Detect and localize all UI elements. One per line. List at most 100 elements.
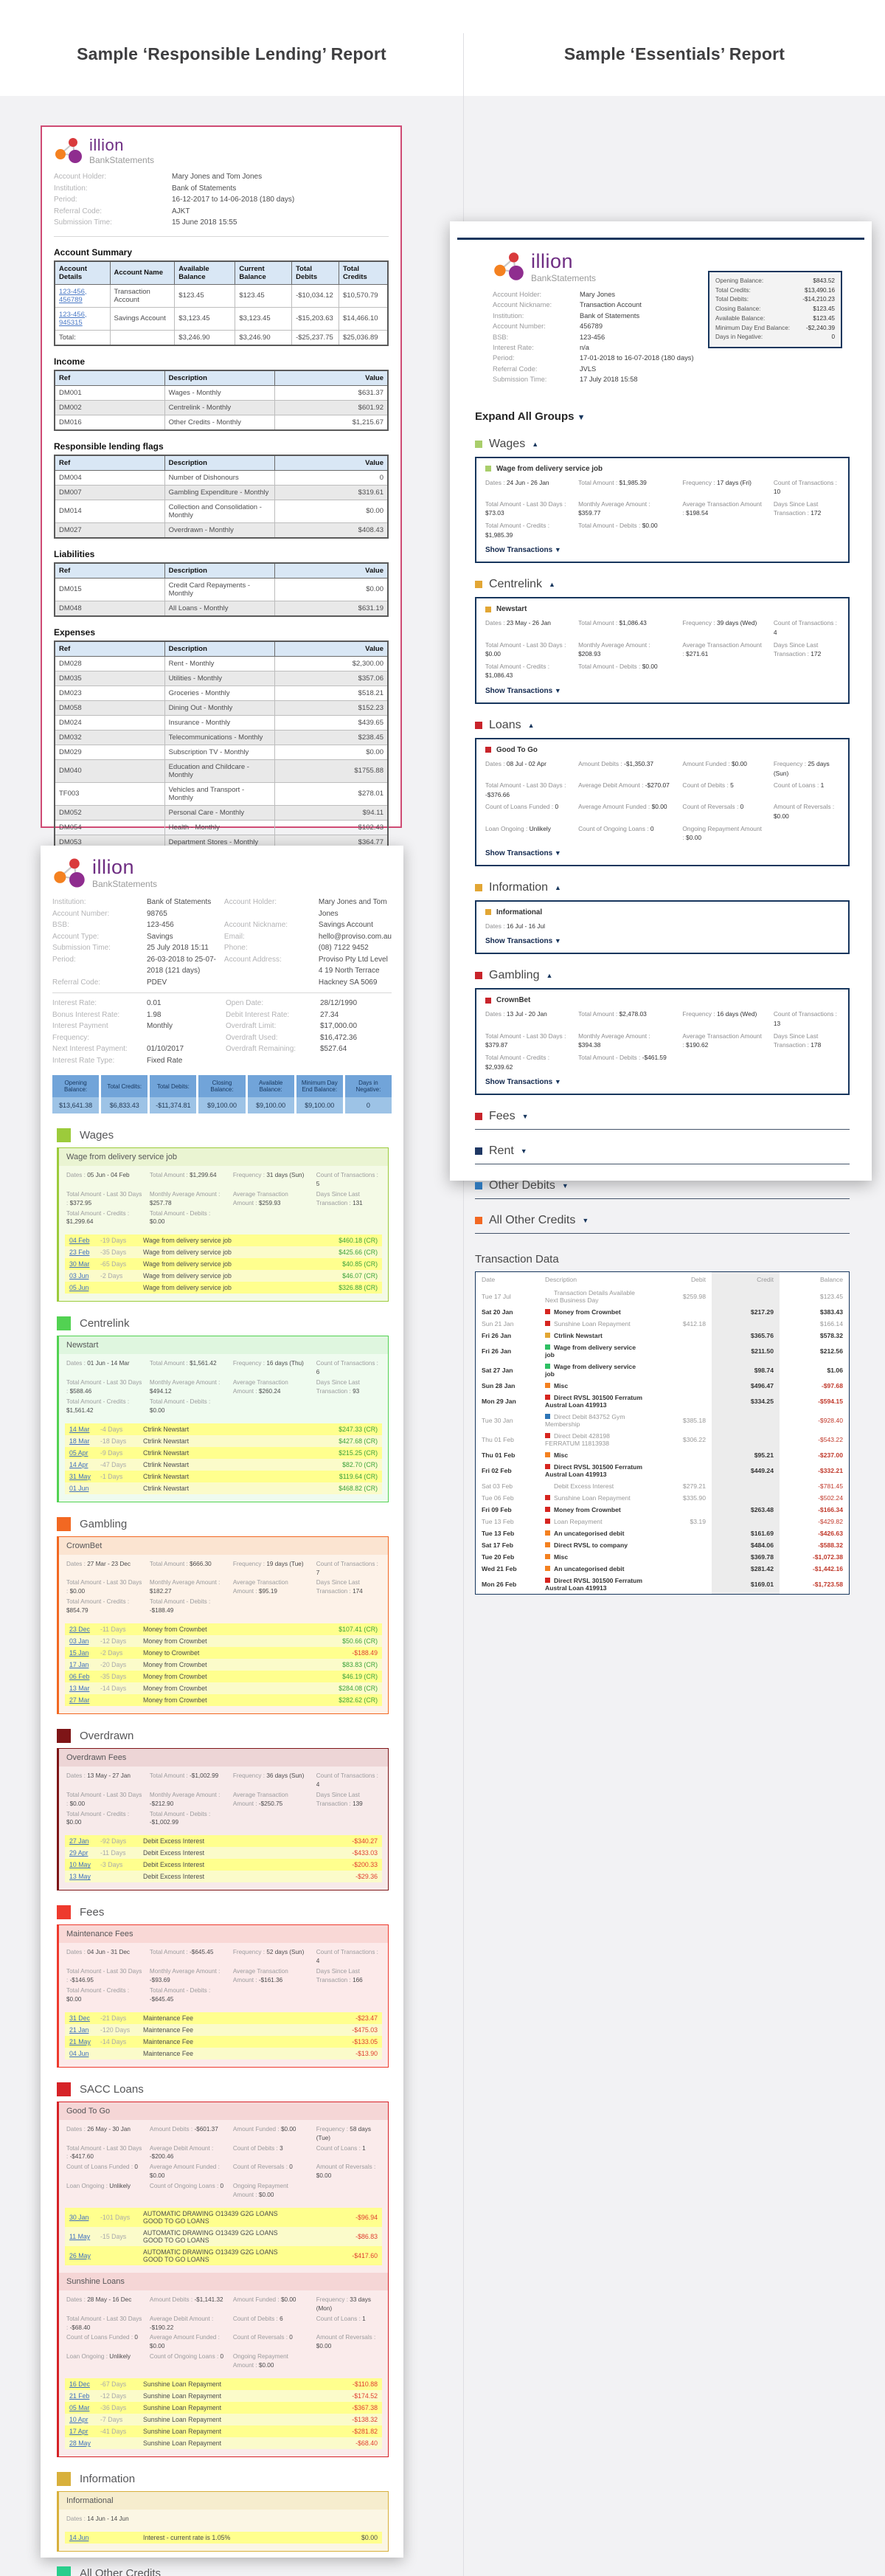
- group-information-header[interactable]: Information▲: [475, 881, 850, 894]
- essentials-report-page: illion BankStatements Account Holder:Mar…: [450, 221, 872, 1181]
- transaction-date-link[interactable]: 30 Jan: [69, 2214, 100, 2221]
- income-row: DM002Centrelink - Monthly$601.92: [55, 400, 388, 415]
- group-all-other-credits-header[interactable]: All Other Credits▼: [475, 1214, 850, 1227]
- stat-item: Total Amount - Debits : -$188.49: [150, 1598, 226, 1615]
- transaction-date-link[interactable]: 01 Jun: [69, 1485, 100, 1492]
- group-loans-header[interactable]: Loans▲: [475, 719, 850, 732]
- stat-item: Amount Debits : -$1,141.32: [150, 2296, 226, 2313]
- transaction-date-link[interactable]: 30 Mar: [69, 1260, 100, 1268]
- transaction-date-link[interactable]: 06 Feb: [69, 1673, 100, 1680]
- transaction-row: 04 JunMaintenance Fee-$13.90: [65, 2048, 382, 2059]
- transaction-date-link[interactable]: 31 Dec: [69, 2014, 100, 2022]
- stat-item: Count of Transactions : 4: [316, 1772, 381, 1789]
- transaction-date-link[interactable]: 05 Apr: [69, 1449, 100, 1457]
- group-information: Information▲ Informational Dates : 16 Ju…: [475, 881, 850, 955]
- account-link[interactable]: 123-456, 945315: [55, 307, 110, 330]
- transaction-date-link[interactable]: 23 Feb: [69, 1249, 100, 1256]
- group-gambling-header[interactable]: Gambling▲: [475, 969, 850, 982]
- transaction-date-link[interactable]: 03 Jun: [69, 1272, 100, 1280]
- transaction-date-link[interactable]: 14 Apr: [69, 1461, 100, 1468]
- summary-row: Closing Balance:$123.45: [715, 305, 835, 314]
- transaction-date-link[interactable]: 26 May: [69, 2252, 100, 2259]
- transaction-date-link[interactable]: 13 Mar: [69, 1685, 100, 1692]
- stat-item: Average Transaction Amount : -$250.75: [233, 1791, 309, 1809]
- transaction-date-link[interactable]: 15 Jan: [69, 1649, 100, 1657]
- transaction-date-link[interactable]: 27 Jan: [69, 1837, 100, 1845]
- group-rent-header[interactable]: Rent▼: [475, 1144, 850, 1158]
- flags-title: Responsible lending flags: [54, 441, 389, 452]
- group-loans: Loans▲ Good To Go Dates : 08 Jul - 02 Ap…: [475, 719, 850, 866]
- stat-item: Amount Funded : $0.00: [233, 2125, 309, 2143]
- expense-row: TF003Vehicles and Transport - Monthly$27…: [55, 782, 388, 805]
- transaction-data-row: Tue 20 FebMisc$369.78-$1,072.38: [476, 1551, 849, 1563]
- group-centrelink-header[interactable]: Centrelink▲: [475, 578, 850, 591]
- transaction-date-link[interactable]: 23 Dec: [69, 1626, 100, 1633]
- expense-row: DM040Education and Childcare - Monthly$1…: [55, 759, 388, 782]
- expand-arrow-icon: ▼: [582, 1217, 589, 1224]
- transaction-row: 18 Mar-18 DaysCtrlink Newstart$427.68 (C…: [65, 1435, 382, 1447]
- show-transactions-button[interactable]: Show Transactions ▼: [485, 937, 839, 945]
- transaction-date-link[interactable]: 05 Mar: [69, 2404, 100, 2411]
- transaction-date-link[interactable]: 21 Jan: [69, 2026, 100, 2034]
- transaction-date-link[interactable]: 31 May: [69, 1473, 100, 1480]
- transaction-date-link[interactable]: 21 May: [69, 2038, 100, 2045]
- balance-summary-bar: Opening Balance:$13,641.38Total Credits:…: [52, 1075, 392, 1113]
- account-link[interactable]: Total:: [55, 330, 110, 345]
- stat-item: Loan Ongoing : Unlikely: [66, 2352, 142, 2370]
- transaction-date-link[interactable]: 27 Mar: [69, 1696, 100, 1704]
- transaction-date-link[interactable]: 16 Dec: [69, 2380, 100, 2388]
- group-wages-header[interactable]: Wages▲: [475, 438, 850, 451]
- stat-item: Amount of Reversals : $0.00: [316, 2163, 381, 2180]
- group-fees-header[interactable]: Fees▼: [475, 1110, 850, 1123]
- transaction-row: 21 May-14 DaysMaintenance Fee-$133.05: [65, 2036, 382, 2048]
- other-debits-group-icon: [475, 1182, 482, 1189]
- stat-item: Total Amount : $666.30: [150, 1560, 226, 1578]
- transaction-date-link[interactable]: 10 Apr: [69, 2416, 100, 2423]
- show-arrow-icon: ▼: [555, 849, 561, 857]
- subgroup-icon: [485, 998, 491, 1004]
- meta-field-row: Overdraft Used:$16,472.36: [226, 1032, 392, 1044]
- show-transactions-button[interactable]: Show Transactions ▼: [485, 687, 839, 695]
- transaction-date-link[interactable]: 29 Apr: [69, 1849, 100, 1857]
- transaction-date-link[interactable]: 05 Jun: [69, 1284, 100, 1291]
- transaction-date-link[interactable]: 14 Mar: [69, 1426, 100, 1433]
- section-all-other-credits: All Other Credits Other Credits Dates : …: [57, 2566, 389, 2576]
- transaction-date-link[interactable]: 11 May: [69, 2233, 100, 2240]
- stat-item: Count of Transactions : 10: [774, 478, 839, 497]
- transaction-row: 06 Feb-35 DaysMoney from Crownbet$46.19 …: [65, 1671, 382, 1682]
- expense-row: DM054Health - Monthly$102.43: [55, 820, 388, 835]
- transaction-date-link[interactable]: 04 Feb: [69, 1237, 100, 1244]
- transaction-date-link[interactable]: 14 Jun: [69, 2534, 100, 2541]
- stat-item: Monthly Average Amount : $359.77: [578, 500, 673, 518]
- liability-row: DM048All Loans - Monthly$631.19: [55, 601, 388, 616]
- stat-item: Count of Loans : 1: [316, 2144, 381, 2162]
- group-divider: [475, 1233, 850, 1234]
- expand-all-groups-button[interactable]: Expand All Groups ▼: [475, 410, 850, 423]
- account-link[interactable]: 123-456, 456789: [55, 284, 110, 307]
- group-other-debits-header[interactable]: Other Debits▼: [475, 1179, 850, 1192]
- transaction-date-link[interactable]: 28 May: [69, 2439, 100, 2447]
- collapse-arrow-icon: ▲: [549, 581, 555, 588]
- interest-fields: Interest Rate:0.01Bonus Interest Rate:1.…: [52, 998, 392, 1066]
- transaction-date-link[interactable]: 13 May: [69, 1873, 100, 1880]
- transaction-row: 14 Apr-47 DaysCtrlink Newstart$82.70 (CR…: [65, 1459, 382, 1471]
- transaction-date-link[interactable]: 04 Jun: [69, 2050, 100, 2057]
- stat-item: Monthly Average Amount : -$93.69: [150, 1967, 226, 1985]
- show-transactions-button[interactable]: Show Transactions ▼: [485, 546, 839, 554]
- stat-item: Count of Transactions : 6: [316, 1359, 381, 1377]
- column-header: Total Debits: [292, 261, 339, 285]
- transaction-date-link[interactable]: 18 Mar: [69, 1437, 100, 1445]
- stat-item: Days Since Last Transaction : 172: [774, 640, 839, 659]
- expense-row: DM024Insurance - Monthly$439.65: [55, 715, 388, 730]
- show-transactions-button[interactable]: Show Transactions ▼: [485, 849, 839, 857]
- transaction-date-link[interactable]: 21 Feb: [69, 2392, 100, 2400]
- transaction-date-link[interactable]: 03 Jan: [69, 1637, 100, 1645]
- summary-cell: Total Credits:$6,833.43: [101, 1075, 148, 1113]
- transaction-date-link[interactable]: 17 Apr: [69, 2428, 100, 2435]
- transaction-date-link[interactable]: 10 May: [69, 1861, 100, 1868]
- all-other-credits-group-icon: [475, 1217, 482, 1224]
- transaction-data-row: Sun 28 JanMisc$496.47-$97.68: [476, 1380, 849, 1392]
- subgroup-icon: [485, 466, 491, 472]
- show-transactions-button[interactable]: Show Transactions ▼: [485, 1078, 839, 1086]
- transaction-date-link[interactable]: 17 Jan: [69, 1661, 100, 1668]
